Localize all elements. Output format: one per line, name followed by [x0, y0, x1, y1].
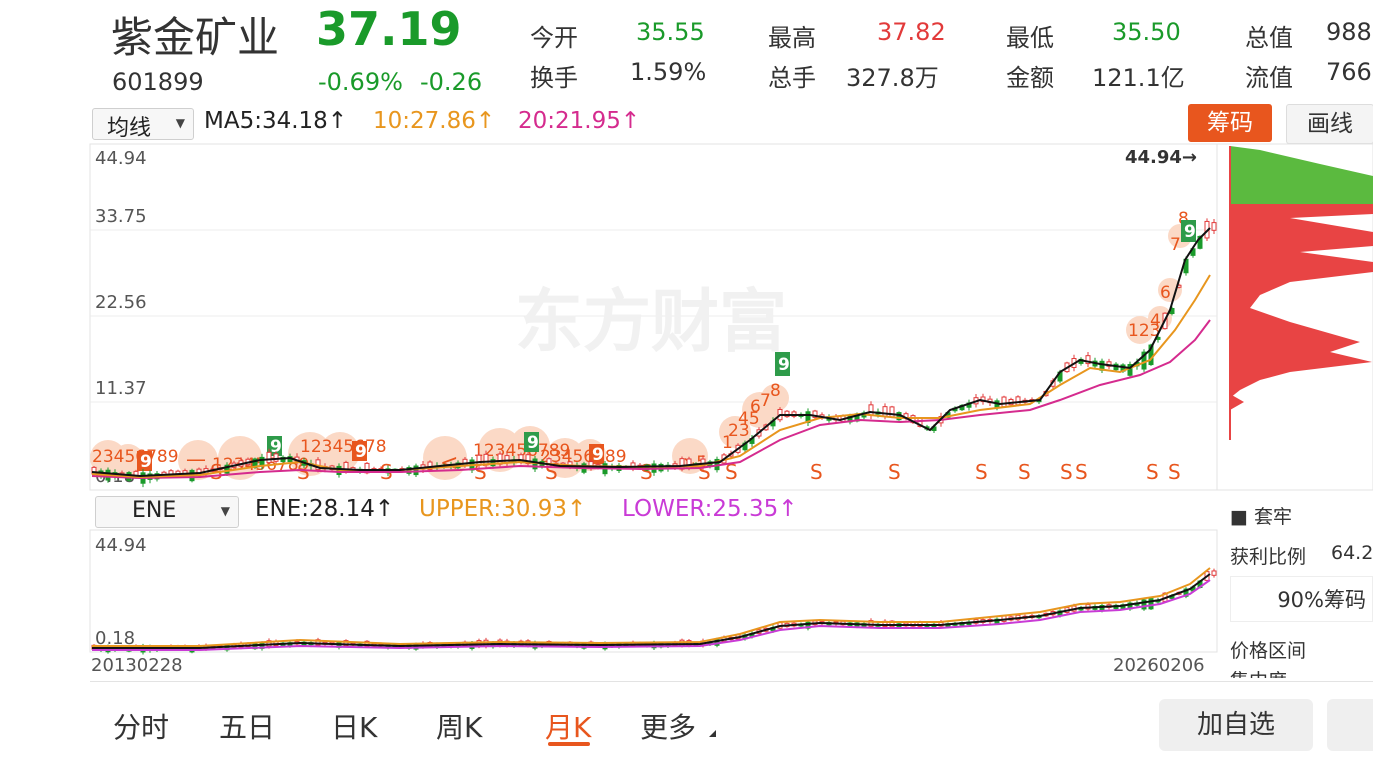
trapped-legend: ■ 套牢 — [1230, 506, 1292, 528]
more-actions-button[interactable] — [1327, 699, 1373, 751]
chip-90-button[interactable]: 90%筹码 — [1230, 576, 1373, 622]
tab-monthly-k[interactable]: 月K — [545, 706, 591, 746]
sub-y-top: 44.94 — [95, 535, 147, 556]
candle — [1148, 598, 1154, 610]
concentration-label: 集中度 — [1230, 666, 1287, 678]
divider — [90, 681, 1373, 682]
tab-more[interactable]: 更多 — [640, 706, 696, 746]
price-range-label: 价格区间 — [1230, 640, 1307, 662]
add-watchlist-button[interactable]: 加自选 — [1159, 699, 1313, 751]
profit-ratio-value: 64.2 — [1331, 542, 1373, 564]
tab-weekly-k[interactable]: 周K — [436, 706, 482, 746]
ene-sub-chart[interactable]: 44.94 0.18 20130228 20260206 — [0, 0, 1373, 768]
x-axis-end: 20260206 — [1113, 655, 1205, 676]
ene-upper-line — [92, 567, 1211, 647]
active-tab-underline — [548, 742, 590, 746]
x-axis-start: 20130228 — [91, 655, 183, 676]
candle — [1211, 570, 1217, 576]
tab-five-day[interactable]: 五日 — [219, 706, 275, 746]
tab-daily-k[interactable]: 日K — [331, 706, 377, 746]
tab-intraday[interactable]: 分时 — [113, 706, 169, 746]
sub-chart-frame — [89, 529, 1218, 653]
more-corner-icon — [709, 730, 716, 737]
profit-ratio-label: 获利比例 — [1230, 546, 1307, 568]
